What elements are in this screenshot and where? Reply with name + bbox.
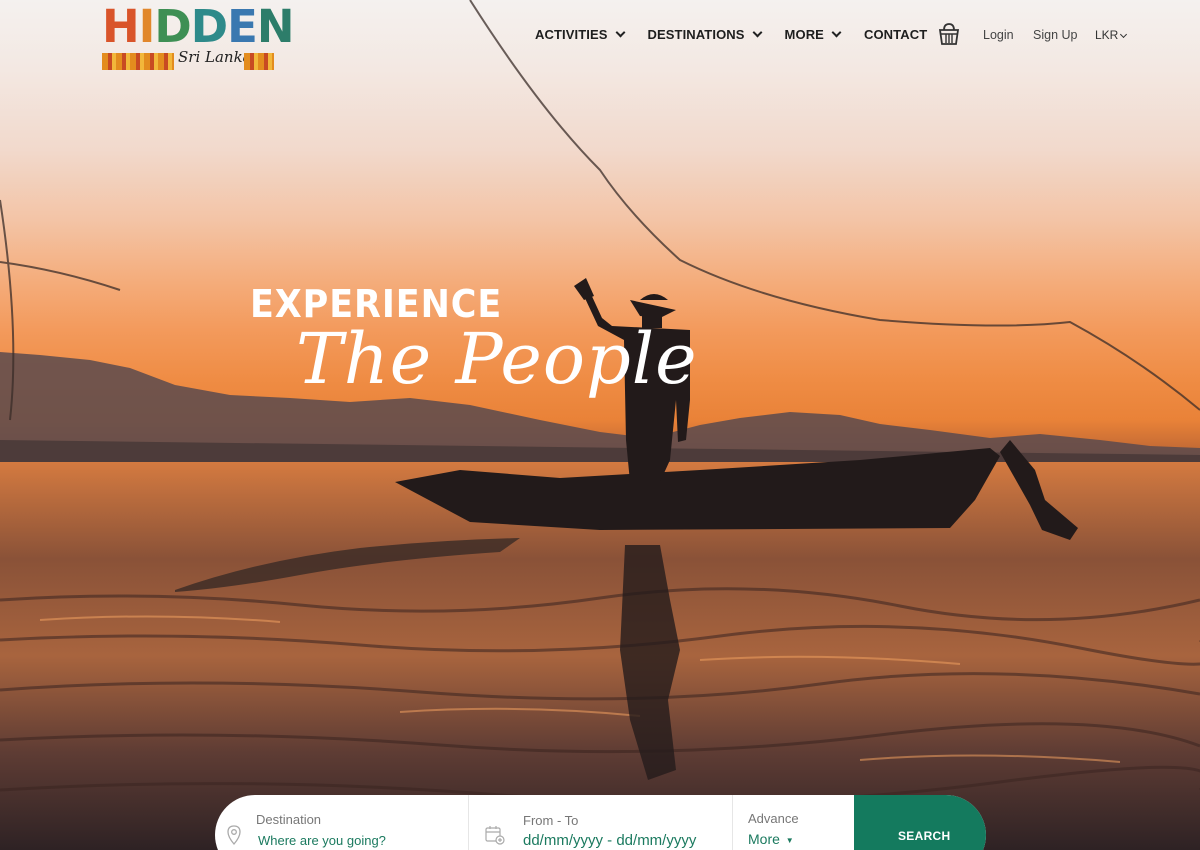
site-logo[interactable]: HIDDEN Sri Lanka: [102, 4, 295, 70]
advance-more-toggle[interactable]: More ▼: [748, 831, 794, 847]
nav-more-label: MORE: [784, 27, 824, 42]
hero-background: [0, 0, 1200, 850]
nav-activities[interactable]: ACTIVITIES: [535, 27, 625, 42]
date-range-placeholder: dd/mm/yyyy - dd/mm/yyyy: [523, 832, 697, 849]
signup-link[interactable]: Sign Up: [1033, 28, 1077, 42]
destination-placeholder: Where are you going?: [258, 833, 386, 848]
advance-label: Advance: [748, 811, 799, 826]
search-bar: Destination Where are you going? From - …: [215, 795, 986, 850]
destination-field[interactable]: Destination Where are you going?: [215, 795, 468, 850]
chevron-down-icon: [615, 27, 625, 38]
hero-scene: [0, 0, 1200, 850]
nav-destinations[interactable]: DESTINATIONS: [647, 27, 762, 42]
currency-label: LKR: [1095, 28, 1119, 42]
destination-label: Destination: [256, 812, 322, 827]
hero-tagline: The People: [296, 318, 698, 400]
logo-wordmark: HIDDEN: [102, 0, 295, 53]
currency-selector[interactable]: LKR: [1095, 28, 1128, 42]
chevron-down-icon: [752, 27, 762, 38]
logo-pattern-right: [244, 53, 274, 70]
logo-subtitle: Sri Lanka: [178, 48, 252, 66]
main-nav: ACTIVITIES DESTINATIONS MORE CONTACT: [535, 27, 927, 42]
logo-pattern-left: [102, 53, 174, 70]
date-range-label: From - To: [523, 813, 579, 828]
caret-down-icon: ▼: [785, 835, 794, 845]
advance-options[interactable]: Advance More ▼: [732, 795, 854, 850]
date-range-field[interactable]: From - To dd/mm/yyyy - dd/mm/yyyy: [468, 795, 732, 850]
calendar-add-icon: [485, 826, 505, 845]
nav-destinations-label: DESTINATIONS: [647, 27, 745, 42]
login-link[interactable]: Login: [983, 28, 1014, 42]
nav-more[interactable]: MORE: [784, 27, 842, 42]
nav-contact[interactable]: CONTACT: [864, 27, 927, 42]
search-button[interactable]: SEARCH: [854, 795, 986, 850]
chevron-down-icon: [831, 27, 842, 38]
chevron-down-icon: [1120, 30, 1128, 39]
advance-more-label: More: [748, 831, 780, 847]
location-pin-icon: [227, 825, 241, 845]
basket-icon[interactable]: [938, 21, 960, 47]
search-button-label: SEARCH: [898, 829, 951, 843]
nav-activities-label: ACTIVITIES: [535, 27, 608, 42]
nav-contact-label: CONTACT: [863, 27, 928, 42]
